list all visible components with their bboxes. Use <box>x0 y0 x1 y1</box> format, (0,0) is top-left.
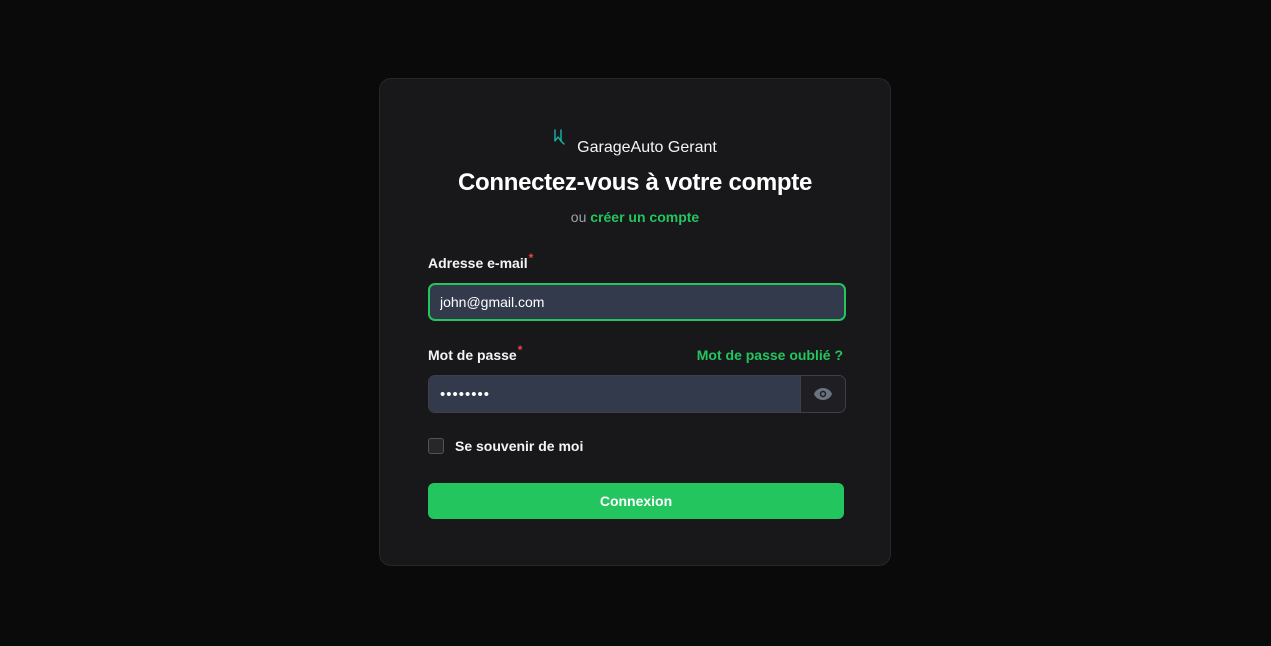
login-card: GarageAuto Gerant Connectez-vous à votre… <box>379 78 891 566</box>
brand-logo-icon <box>554 129 565 145</box>
email-label-text: Adresse e-mail <box>428 255 528 271</box>
create-account-link[interactable]: créer un compte <box>590 209 699 225</box>
remember-me-label[interactable]: Se souvenir de moi <box>455 438 583 454</box>
remember-me: Se souvenir de moi <box>428 438 583 454</box>
password-field <box>428 375 846 413</box>
password-label: Mot de passe* <box>428 343 522 363</box>
email-input[interactable] <box>428 283 846 321</box>
login-button[interactable]: Connexion <box>428 483 844 519</box>
page-title: Connectez-vous à votre compte <box>457 169 813 196</box>
or-text: ou <box>570 209 587 225</box>
forgot-password-link[interactable]: Mot de passe oublié ? <box>697 347 843 363</box>
email-label: Adresse e-mail* <box>428 251 533 271</box>
password-label-text: Mot de passe <box>428 347 517 363</box>
password-input[interactable] <box>429 376 800 412</box>
brand: GarageAuto Gerant <box>380 129 890 157</box>
brand-name: GarageAuto Gerant <box>577 139 717 156</box>
eye-icon <box>814 388 832 400</box>
toggle-password-visibility-button[interactable] <box>800 376 845 412</box>
create-account-line: ou créer un compte <box>380 209 890 225</box>
remember-me-checkbox[interactable] <box>428 438 444 454</box>
email-required-marker: * <box>528 251 534 265</box>
password-required-marker: * <box>517 343 523 357</box>
